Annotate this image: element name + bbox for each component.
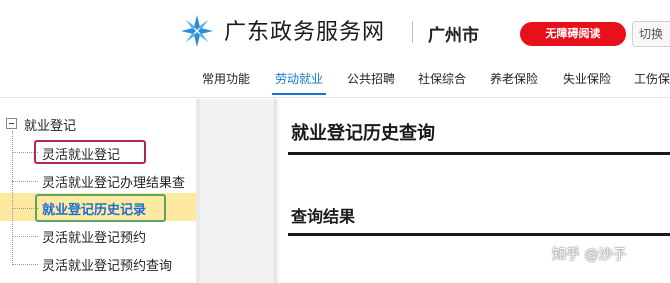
site-title[interactable]: 广东政务服务网 xyxy=(224,14,385,46)
nav-tab-recruitment[interactable]: 公共招聘 xyxy=(347,70,395,87)
content-gutter xyxy=(200,99,274,283)
nav-tab-employment[interactable]: 劳动就业 xyxy=(275,70,323,87)
switch-button[interactable]: 切换 xyxy=(632,21,670,47)
city-selector[interactable]: 广州市 xyxy=(428,21,479,46)
watermark: 知乎 @沙子 xyxy=(552,247,627,263)
accessibility-button[interactable]: 无障碍阅读 xyxy=(520,22,626,46)
tree-root-employment-registration[interactable]: 就业登记 xyxy=(24,115,76,134)
starburst-logo-icon xyxy=(181,15,213,47)
top-navigation: 常用功能 劳动就业 公共招聘 社保综合 养老保险 失业保险 工伤保 xyxy=(0,66,670,96)
results-heading: 查询结果 xyxy=(291,207,356,226)
sidebar-item-appointment[interactable]: 灵活就业登记预约 xyxy=(42,227,146,246)
tree-connector xyxy=(12,236,38,237)
main-panel-shadow xyxy=(274,99,280,283)
tree-connector xyxy=(12,181,38,182)
nav-tab-unemployment[interactable]: 失业保险 xyxy=(563,70,611,87)
nav-tab-common[interactable]: 常用功能 xyxy=(202,70,250,87)
page-title: 就业登记历史查询 xyxy=(291,123,435,144)
results-divider-rule xyxy=(288,233,670,236)
nav-tab-pension[interactable]: 养老保险 xyxy=(490,70,538,87)
site-header: 广东政务服务网 广州市 无障碍阅读 切换 常用功能 劳动就业 公共招聘 社保综合… xyxy=(0,0,670,98)
nav-tab-injury[interactable]: 工伤保 xyxy=(634,70,670,87)
active-tab-indicator xyxy=(272,93,326,95)
title-divider xyxy=(412,21,413,43)
sidebar-item-appointment-query[interactable]: 灵活就业登记预约查询 xyxy=(42,255,172,274)
nav-tab-social-security[interactable]: 社保综合 xyxy=(418,70,466,87)
title-divider-rule xyxy=(288,152,670,155)
tree-connector xyxy=(12,264,38,265)
sidebar-item-registration-result[interactable]: 灵活就业登记办理结果查 xyxy=(42,172,185,191)
tree-collapse-icon[interactable] xyxy=(6,118,17,129)
annotation-box-magenta xyxy=(34,140,146,164)
annotation-box-green xyxy=(35,194,166,222)
